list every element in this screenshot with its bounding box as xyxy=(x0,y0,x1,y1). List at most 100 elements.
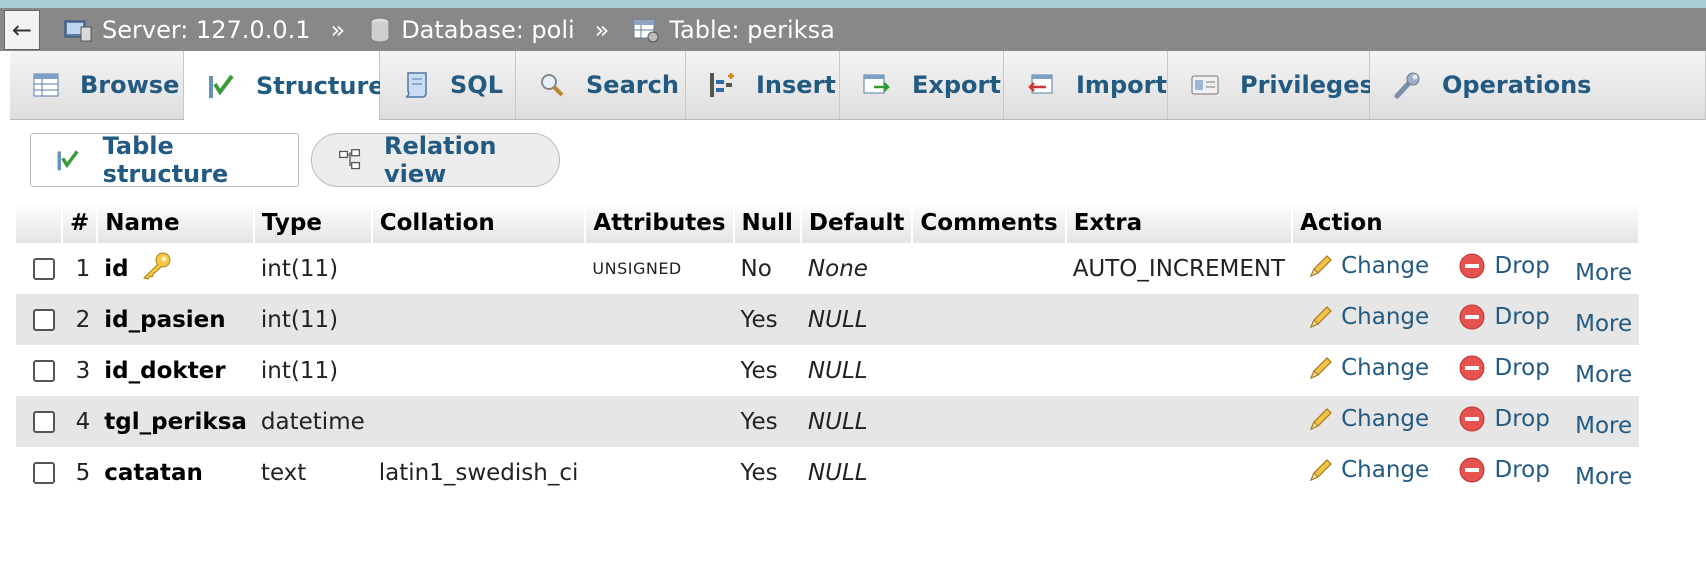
tab-browse-label: Browse xyxy=(80,71,180,99)
change-link: Change xyxy=(1341,354,1430,381)
header-comments[interactable]: Comments xyxy=(912,202,1067,243)
table-row: 3 id_dokter int(11) Yes NULL Change Drop xyxy=(16,345,1640,396)
more-link[interactable]: More xyxy=(1575,464,1632,490)
row-actions: Change Drop More xyxy=(1292,345,1640,396)
row-name-cell: id_pasien xyxy=(97,294,254,345)
drop-link: Drop xyxy=(1494,456,1550,483)
row-attributes xyxy=(585,294,734,345)
drop-action[interactable]: Drop xyxy=(1458,354,1550,382)
row-checkbox-cell xyxy=(16,345,62,396)
row-default: NULL xyxy=(800,294,913,345)
header-collation[interactable]: Collation xyxy=(371,202,587,243)
drop-action[interactable]: Drop xyxy=(1458,405,1550,433)
header-type[interactable]: Type xyxy=(253,202,373,243)
row-comments xyxy=(912,243,1066,294)
header-name[interactable]: Name xyxy=(97,202,255,243)
breadcrumb-separator: » xyxy=(330,15,346,44)
row-checkbox[interactable] xyxy=(33,410,55,433)
tab-insert[interactable]: Insert xyxy=(686,51,840,119)
subtab-relation-view-label: Relation view xyxy=(384,132,497,188)
change-action[interactable]: Change xyxy=(1299,303,1429,331)
row-comments xyxy=(912,294,1066,345)
import-icon xyxy=(1028,74,1053,94)
header-attributes[interactable]: Attributes xyxy=(585,202,735,243)
breadcrumb-separator: » xyxy=(594,15,610,44)
row-extra xyxy=(1065,345,1293,396)
drop-icon xyxy=(1459,355,1485,380)
row-name-cell: id xyxy=(97,243,254,294)
pencil-icon xyxy=(1309,407,1332,430)
row-comments xyxy=(912,345,1066,396)
change-link: Change xyxy=(1341,303,1430,330)
row-default: NULL xyxy=(800,345,913,396)
subtab-relation-view[interactable]: Relation view xyxy=(311,132,560,188)
breadcrumb-database[interactable]: Database: poli xyxy=(369,15,575,44)
row-null: Yes xyxy=(733,294,801,345)
breadcrumb-server[interactable]: Server: 127.0.0.1 xyxy=(64,16,311,44)
row-actions: Change Drop More xyxy=(1292,447,1640,498)
header-extra[interactable]: Extra xyxy=(1065,202,1294,243)
breadcrumb-table-label: Table: periksa xyxy=(669,15,835,44)
row-checkbox[interactable] xyxy=(33,257,55,280)
change-action[interactable]: Change xyxy=(1299,456,1429,484)
tab-structure[interactable]: Structure xyxy=(184,51,385,120)
more-link[interactable]: More xyxy=(1575,362,1632,388)
tab-import[interactable]: Import xyxy=(1004,51,1168,119)
row-actions: Change Drop More xyxy=(1292,294,1640,345)
row-checkbox[interactable] xyxy=(33,359,55,382)
export-icon xyxy=(863,74,890,94)
row-checkbox[interactable] xyxy=(33,461,55,484)
row-type: datetime xyxy=(253,396,372,447)
row-name-cell: id_dokter xyxy=(97,345,254,396)
drop-action[interactable]: Drop xyxy=(1458,303,1550,331)
back-button[interactable]: ← xyxy=(4,9,40,50)
breadcrumb-table[interactable]: Table: periksa xyxy=(633,15,835,44)
more-link[interactable]: More xyxy=(1575,311,1632,337)
row-collation xyxy=(371,243,586,294)
structure-table: # Name Type Collation Attributes Null De… xyxy=(16,202,1641,498)
drop-link: Drop xyxy=(1494,303,1550,330)
row-checkbox-cell xyxy=(16,243,62,294)
change-action[interactable]: Change xyxy=(1299,252,1429,280)
change-action[interactable]: Change xyxy=(1299,354,1429,382)
tab-import-label: Import xyxy=(1076,71,1167,99)
row-extra xyxy=(1065,447,1293,498)
row-collation: latin1_swedish_ci xyxy=(371,447,586,498)
tab-search-label: Search xyxy=(586,71,679,99)
tab-structure-label: Structure xyxy=(256,71,385,100)
change-action[interactable]: Change xyxy=(1299,405,1429,433)
row-collation xyxy=(371,345,586,396)
more-link[interactable]: More xyxy=(1575,413,1632,439)
table-body: 1 id int(11) UNSIGNED No None AUTO_INCRE… xyxy=(16,243,1640,498)
tab-search[interactable]: Search xyxy=(516,51,686,119)
tab-privileges[interactable]: Privileges xyxy=(1168,51,1374,119)
row-number: 2 xyxy=(62,294,98,345)
row-attributes xyxy=(585,345,734,396)
row-name: id xyxy=(104,255,129,282)
tab-sql[interactable]: SQL xyxy=(380,51,516,119)
change-link: Change xyxy=(1341,456,1430,483)
tab-operations[interactable]: Operations xyxy=(1370,51,1706,119)
row-collation xyxy=(371,396,586,447)
more-link[interactable]: More xyxy=(1575,260,1632,286)
drop-icon xyxy=(1459,304,1485,329)
breadcrumb-database-label: Database: poli xyxy=(401,15,575,44)
pencil-icon xyxy=(1309,458,1332,481)
row-extra: AUTO_INCREMENT xyxy=(1065,243,1293,294)
header-null[interactable]: Null xyxy=(733,202,802,243)
row-actions: Change Drop More xyxy=(1292,396,1640,447)
window-top-strip xyxy=(0,0,1706,8)
row-checkbox[interactable] xyxy=(33,308,55,331)
tab-browse[interactable]: Browse xyxy=(10,51,184,119)
row-type: int(11) xyxy=(253,294,372,345)
drop-action[interactable]: Drop xyxy=(1458,252,1550,280)
header-default[interactable]: Default xyxy=(800,202,914,243)
row-name-cell: catatan xyxy=(97,447,254,498)
pencil-icon xyxy=(1309,356,1332,379)
database-icon xyxy=(370,17,390,42)
tab-export[interactable]: Export xyxy=(840,51,1004,119)
primary-key-icon xyxy=(142,252,171,280)
row-type: int(11) xyxy=(253,345,372,396)
subtab-table-structure[interactable]: Table structure xyxy=(30,132,299,188)
drop-action[interactable]: Drop xyxy=(1458,456,1550,484)
